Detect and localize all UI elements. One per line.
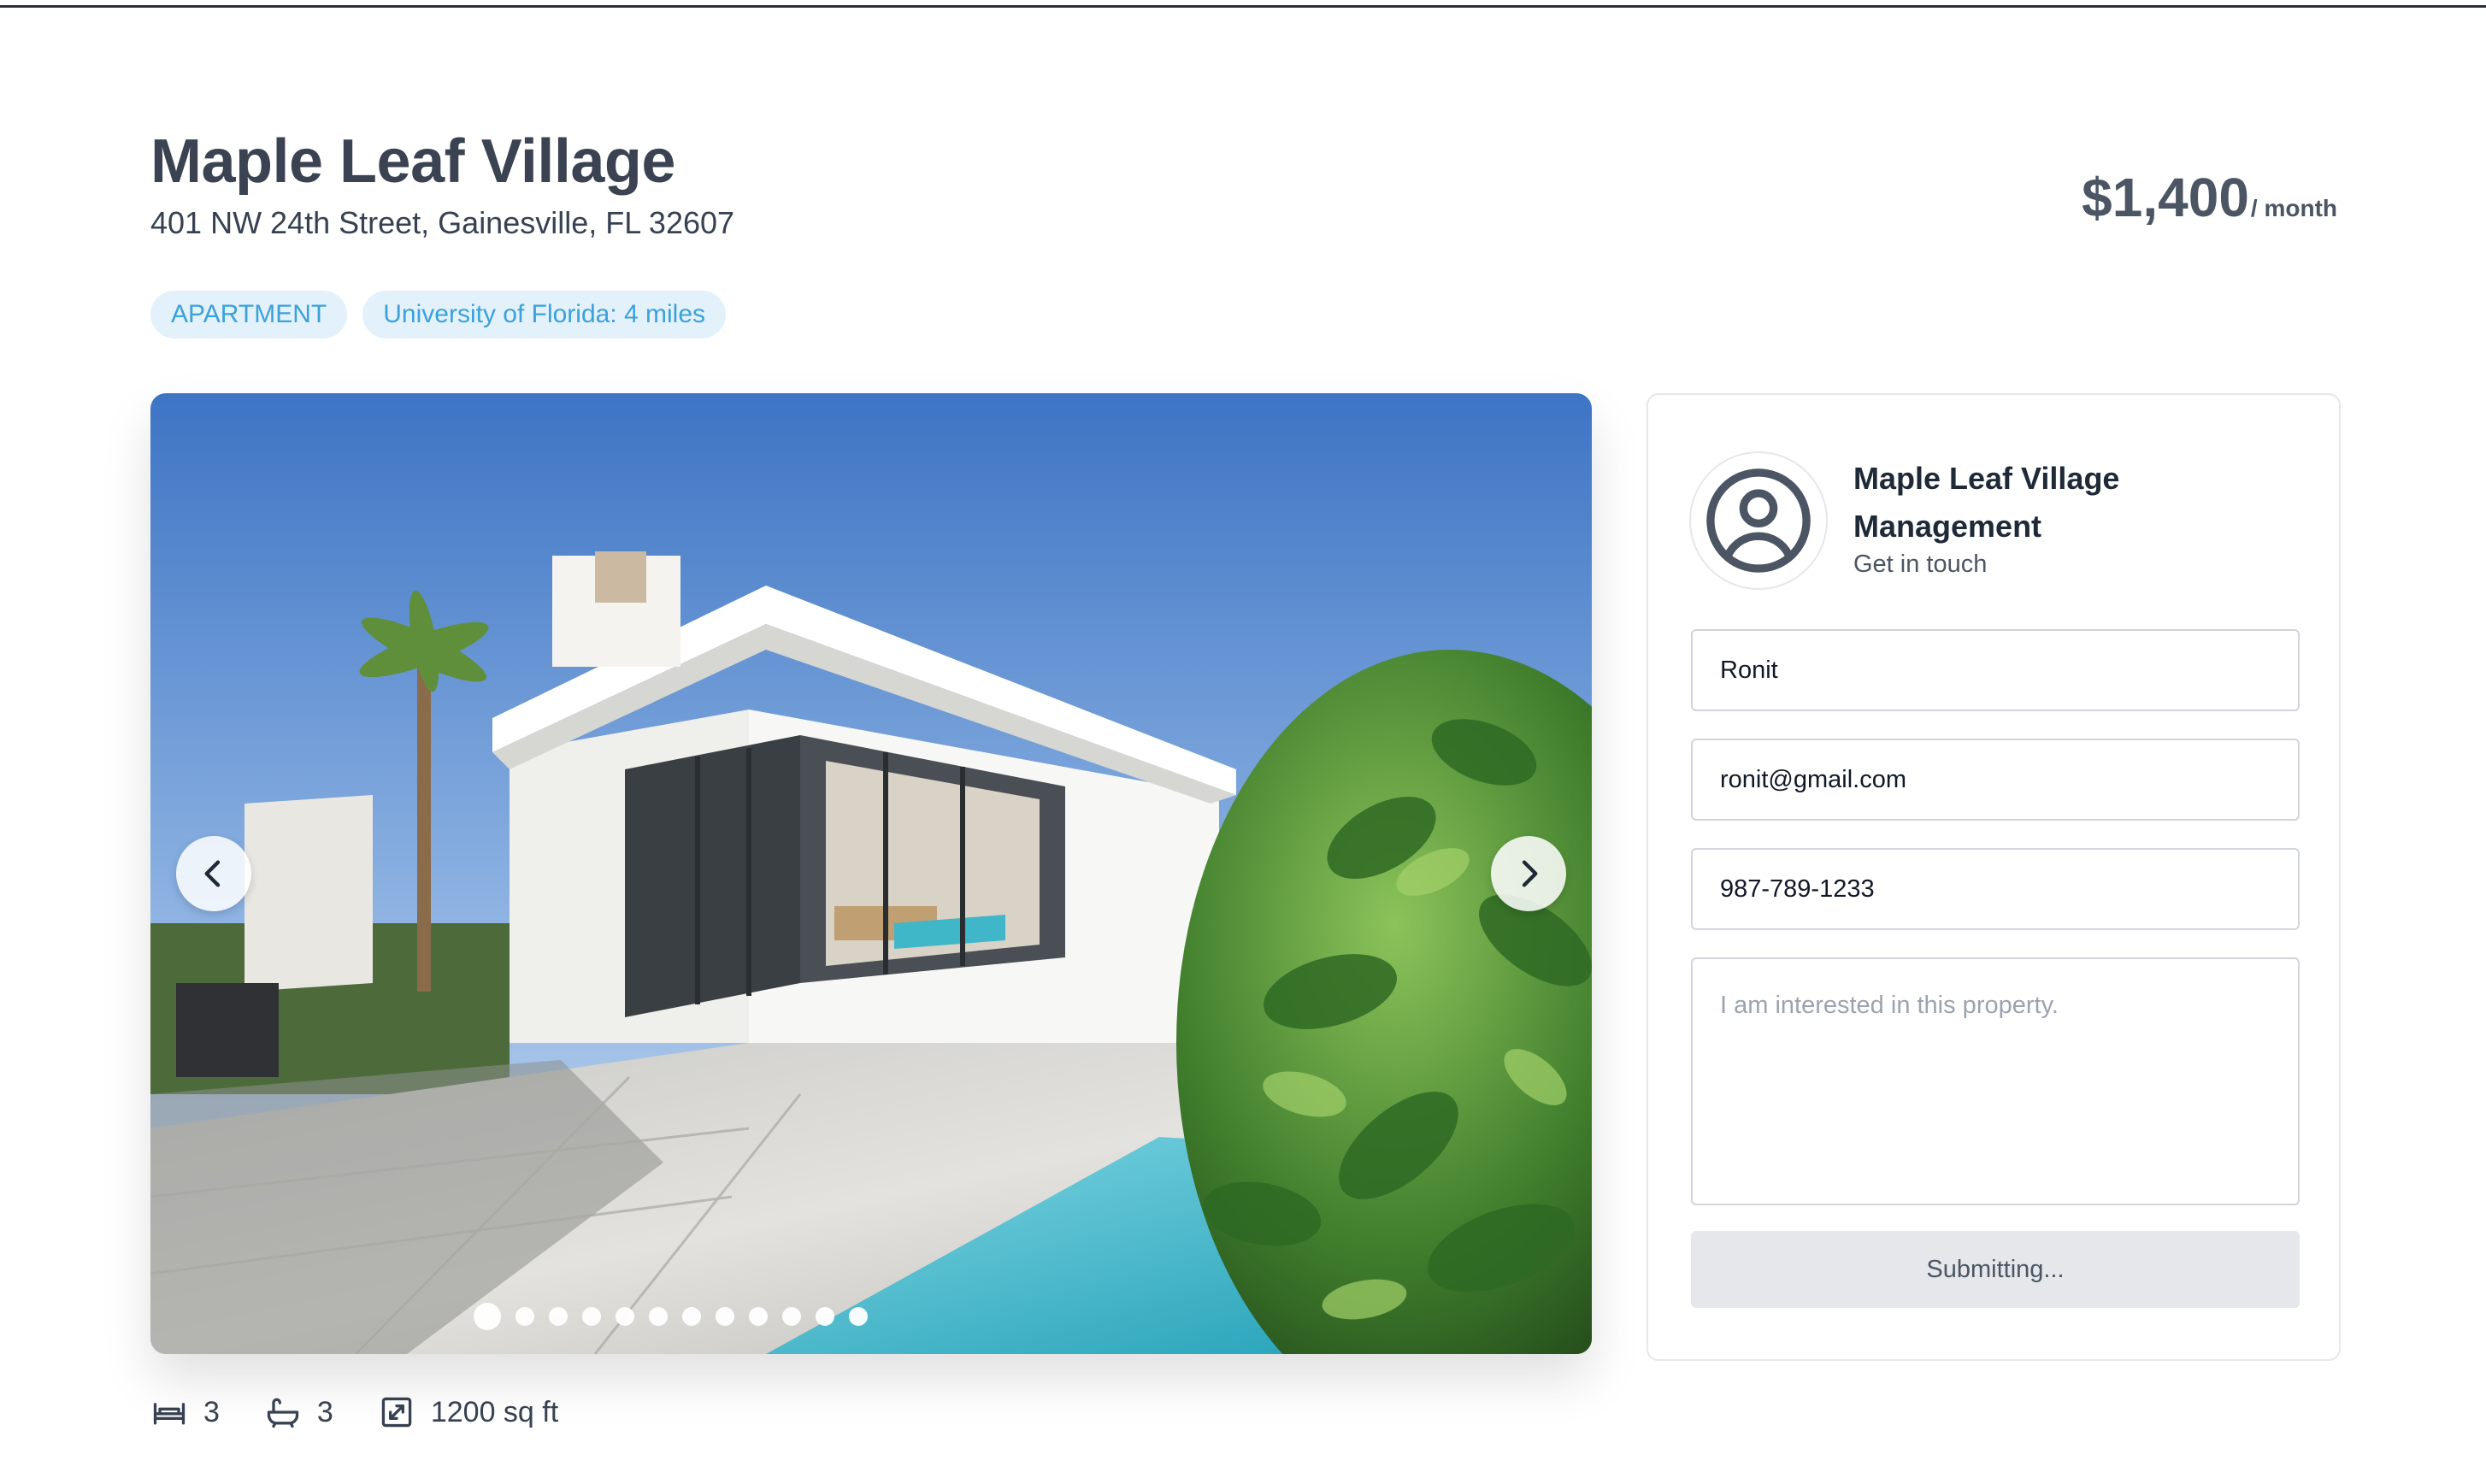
carousel-dot[interactable]: [581, 1307, 601, 1326]
phone-field[interactable]: 987-789-1233: [1691, 848, 2300, 930]
carousel-dot[interactable]: [681, 1307, 701, 1326]
carousel-dot[interactable]: [615, 1307, 634, 1326]
top-divider: [0, 5, 2486, 8]
property-address: 401 NW 24th Street, Gainesville, FL 3260…: [150, 205, 735, 240]
price: $1,400 / month: [2082, 166, 2337, 229]
feature-beds: 3: [150, 1393, 220, 1431]
carousel-dot[interactable]: [548, 1307, 568, 1326]
area-value: 1200 sq ft: [430, 1395, 559, 1428]
user-icon: [1706, 468, 1811, 573]
carousel-dot[interactable]: [473, 1303, 501, 1330]
carousel-dot[interactable]: [715, 1307, 734, 1326]
email-field[interactable]: ronit@gmail.com: [1691, 739, 2300, 821]
beds-count: 3: [203, 1395, 220, 1428]
carousel-dot[interactable]: [848, 1307, 868, 1326]
tag-property-type: APARTMENT: [150, 291, 348, 339]
feature-area: 1200 sq ft: [378, 1393, 558, 1431]
submit-button[interactable]: Submitting...: [1691, 1231, 2300, 1308]
area-icon: [381, 1397, 412, 1428]
carousel-prev-button[interactable]: [176, 836, 251, 911]
bathtub-icon: [267, 1398, 299, 1428]
carousel-next-button[interactable]: [1491, 836, 1566, 911]
chevron-right-icon: [1522, 860, 1538, 887]
chevron-left-icon: [204, 860, 221, 887]
price-unit: / month: [2250, 195, 2337, 221]
carousel-dot[interactable]: [648, 1307, 668, 1326]
property-photo: [150, 393, 1592, 1354]
carousel-indicators: [150, 1303, 1592, 1330]
contact-subtitle: Get in touch: [1853, 551, 1988, 578]
feature-baths: 3: [264, 1393, 333, 1431]
tag-list: APARTMENT University of Florida: 4 miles: [150, 291, 727, 339]
contact-card: Maple Leaf Village Management Get in tou…: [1647, 393, 2341, 1361]
carousel-dot[interactable]: [781, 1307, 801, 1326]
tag-university-distance: University of Florida: 4 miles: [362, 291, 727, 339]
name-field[interactable]: Ronit: [1691, 629, 2300, 711]
carousel-dot[interactable]: [748, 1307, 768, 1326]
photo-carousel[interactable]: [150, 393, 1592, 1354]
manager-name: Maple Leaf Village Management: [1853, 461, 2120, 544]
price-amount: $1,400: [2082, 167, 2249, 228]
carousel-dot[interactable]: [515, 1307, 534, 1326]
property-title: Maple Leaf Village: [150, 127, 675, 196]
message-field[interactable]: I am interested in this property.: [1691, 957, 2300, 1205]
bed-icon: [153, 1403, 186, 1425]
carousel-dot[interactable]: [815, 1307, 834, 1326]
baths-count: 3: [316, 1395, 333, 1428]
property-features: 3 3 1200 sq ft: [150, 1393, 603, 1431]
avatar: [1689, 451, 1828, 590]
